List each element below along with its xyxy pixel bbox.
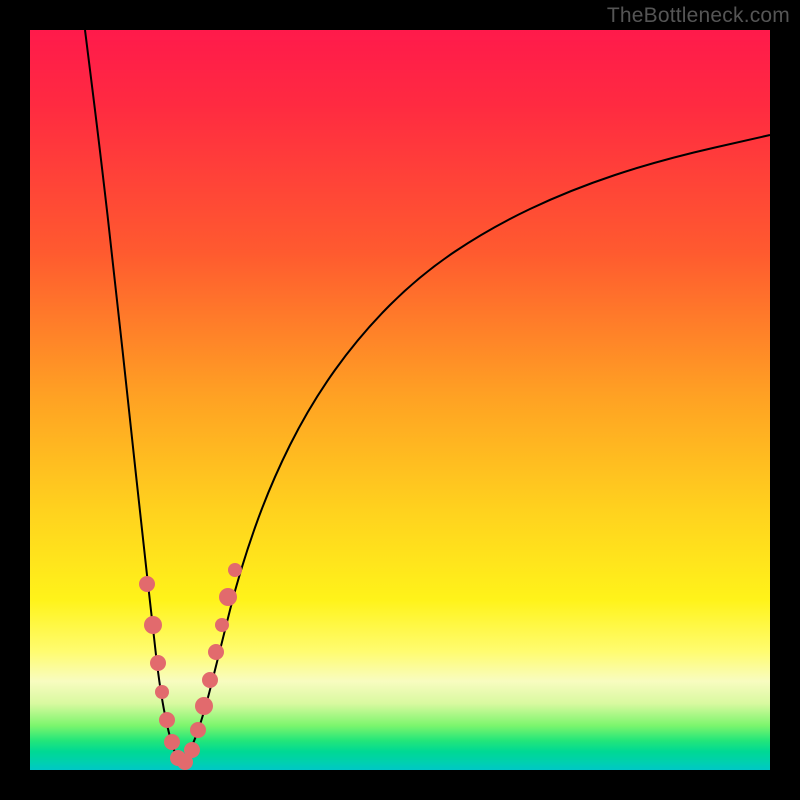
curve-dot [208,644,224,660]
plot-area [30,30,770,770]
curve-dots [139,563,242,770]
watermark-text: TheBottleneck.com [607,4,790,28]
curve-dot [155,685,169,699]
curve-dot [184,742,200,758]
curve-dot [144,616,162,634]
curve-dot [215,618,229,632]
curve-dot [228,563,242,577]
curve-dot [190,722,206,738]
curve-dot [195,697,213,715]
curve-dot [139,576,155,592]
chart-frame: TheBottleneck.com [0,0,800,800]
bottleneck-curve [85,30,770,760]
curve-dot [202,672,218,688]
curve-dot [164,734,180,750]
curve-svg [30,30,770,770]
curve-dot [150,655,166,671]
curve-dot [159,712,175,728]
curve-dot [219,588,237,606]
